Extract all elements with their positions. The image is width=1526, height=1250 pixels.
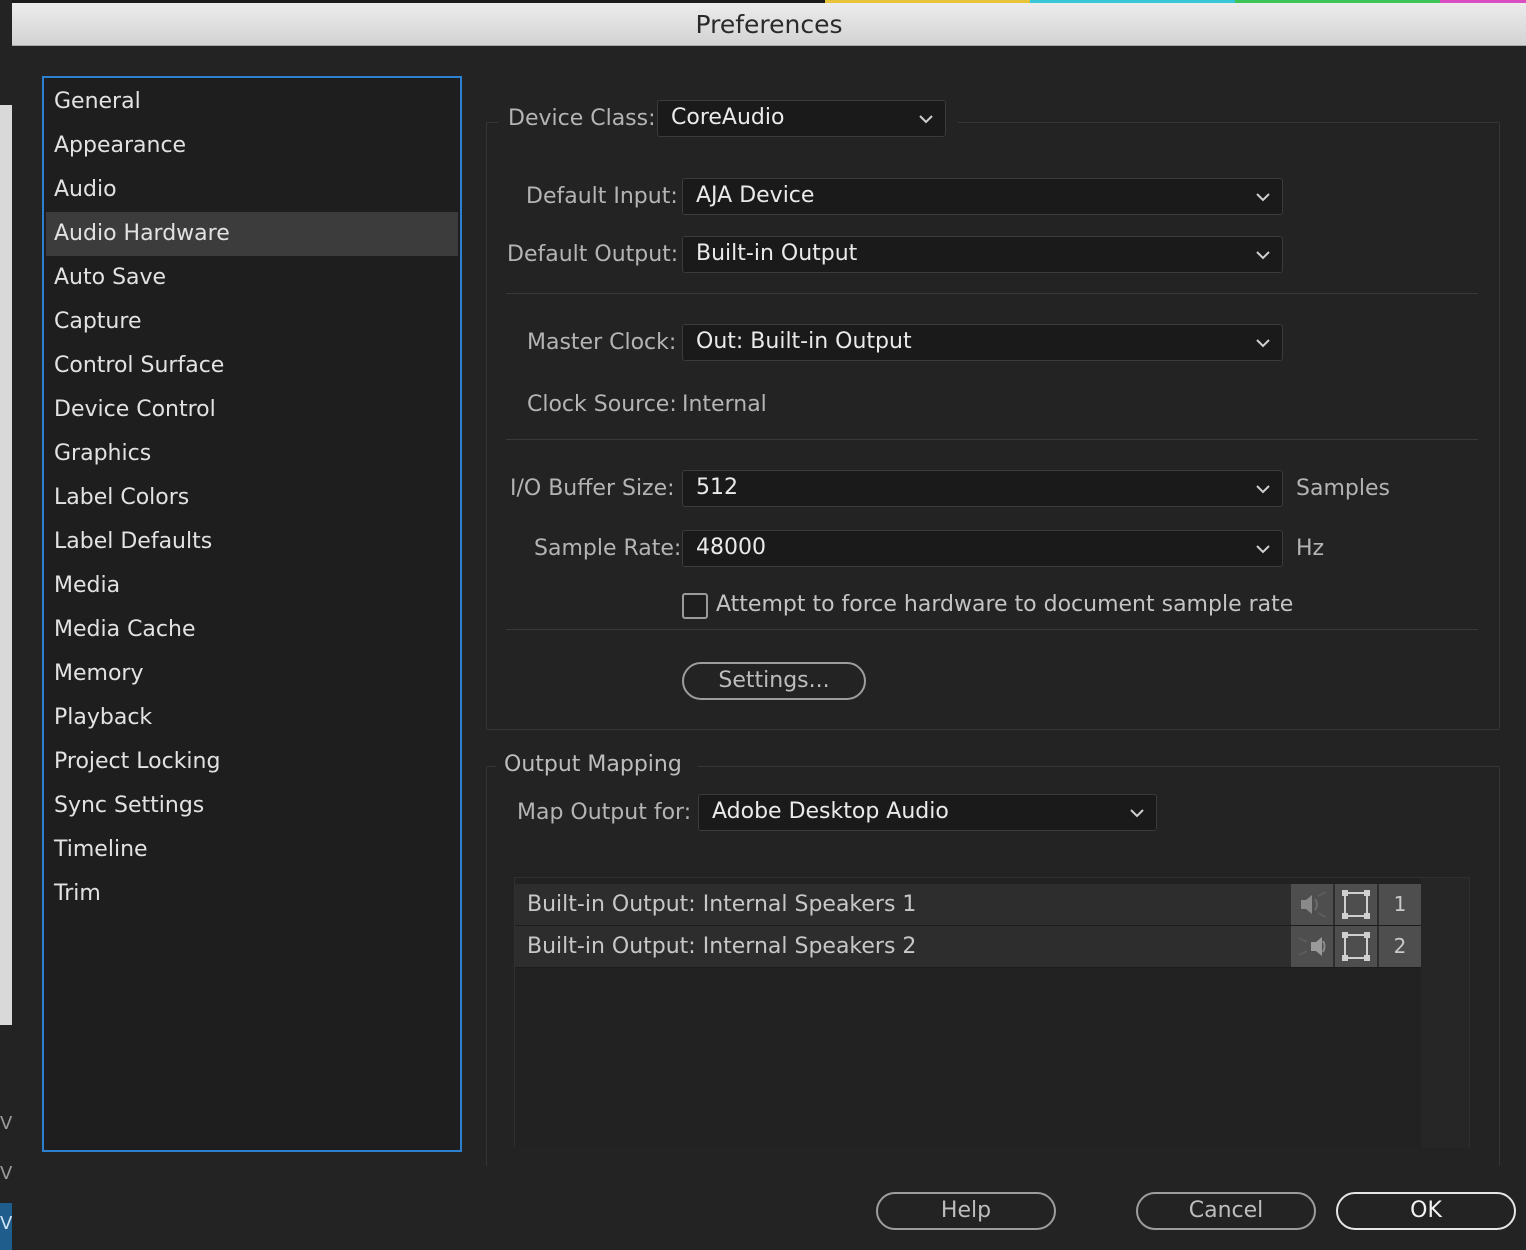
help-button[interactable]: Help (876, 1192, 1056, 1230)
mapping-row[interactable]: Built-in Output: Internal Speakers 2 2 (515, 926, 1421, 968)
mapping-row-label: Built-in Output: Internal Speakers 1 (527, 892, 917, 917)
default-input-select[interactable]: AJA Device (682, 178, 1283, 215)
sidebar-item-media-cache[interactable]: Media Cache (46, 608, 458, 652)
sidebar-item-auto-save[interactable]: Auto Save (46, 256, 458, 300)
window-title: Preferences (695, 10, 843, 39)
speaker-right-icon[interactable] (1291, 926, 1333, 967)
force-sample-rate-checkbox[interactable] (682, 593, 708, 619)
mapping-row[interactable]: Built-in Output: Internal Speakers 1 1 (515, 884, 1421, 926)
device-class-value: CoreAudio (671, 105, 785, 130)
force-sample-rate-label[interactable]: Attempt to force hardware to document sa… (716, 592, 1293, 617)
channel-number[interactable]: 2 (1379, 926, 1421, 967)
default-input-label: Default Input: (526, 184, 678, 209)
section-divider (506, 293, 1478, 294)
default-output-select[interactable]: Built-in Output (682, 236, 1283, 273)
default-input-value: AJA Device (696, 183, 815, 208)
sidebar-item-media[interactable]: Media (46, 564, 458, 608)
cancel-button[interactable]: Cancel (1136, 1192, 1316, 1230)
device-class-label: Device Class: (508, 106, 656, 131)
map-output-for-select[interactable]: Adobe Desktop Audio (698, 794, 1157, 831)
chevron-down-icon (1256, 339, 1270, 348)
channel-frame-icon[interactable] (1335, 926, 1377, 967)
sidebar-item-appearance[interactable]: Appearance (46, 124, 458, 168)
sidebar-item-capture[interactable]: Capture (46, 300, 458, 344)
buffer-size-value: 512 (696, 475, 738, 500)
sample-rate-value: 48000 (696, 535, 766, 560)
chevron-down-icon (1130, 809, 1144, 818)
device-class-select[interactable]: CoreAudio (657, 100, 946, 137)
sidebar-item-graphics[interactable]: Graphics (46, 432, 458, 476)
sidebar-item-sync-settings[interactable]: Sync Settings (46, 784, 458, 828)
sample-rate-select[interactable]: 48000 (682, 530, 1283, 567)
preferences-dialog: Preferences General Appearance Audio Audio … (12, 3, 1526, 1250)
chevron-down-icon (1256, 545, 1270, 554)
channel-frame-icon[interactable] (1335, 884, 1377, 925)
sidebar-item-general[interactable]: General (46, 80, 458, 124)
mapping-list-scroll-area (1421, 878, 1469, 1148)
output-mapping-list[interactable]: Built-in Output: Internal Speakers 1 1 B… (514, 877, 1470, 1148)
chevron-down-icon (919, 115, 933, 124)
section-divider (506, 629, 1478, 630)
sidebar-item-device-control[interactable]: Device Control (46, 388, 458, 432)
sidebar-item-audio-hardware[interactable]: Audio Hardware (46, 212, 458, 256)
map-output-for-value: Adobe Desktop Audio (712, 799, 949, 824)
sidebar-item-memory[interactable]: Memory (46, 652, 458, 696)
sample-rate-unit: Hz (1296, 536, 1325, 561)
sidebar-item-project-locking[interactable]: Project Locking (46, 740, 458, 784)
sidebar-item-control-surface[interactable]: Control Surface (46, 344, 458, 388)
buffer-size-unit: Samples (1296, 476, 1390, 501)
title-bar[interactable]: Preferences (12, 3, 1526, 46)
buffer-size-label: I/O Buffer Size: (510, 476, 675, 501)
sample-rate-label: Sample Rate: (534, 536, 682, 561)
buffer-size-select[interactable]: 512 (682, 470, 1283, 507)
sidebar-item-timeline[interactable]: Timeline (46, 828, 458, 872)
section-divider (506, 439, 1478, 440)
speaker-left-icon[interactable] (1291, 884, 1333, 925)
master-clock-select[interactable]: Out: Built-in Output (682, 324, 1283, 361)
background-app-panel (0, 105, 12, 1025)
sidebar-item-playback[interactable]: Playback (46, 696, 458, 740)
preferences-category-list[interactable]: General Appearance Audio Audio Hardware Auto… (42, 76, 462, 1152)
sidebar-item-trim[interactable]: Trim (46, 872, 458, 916)
settings-button[interactable]: Settings... (682, 662, 866, 700)
chevron-down-icon (1256, 193, 1270, 202)
default-output-value: Built-in Output (696, 241, 858, 266)
mapping-row-label: Built-in Output: Internal Speakers 2 (527, 934, 917, 959)
sidebar-item-label-colors[interactable]: Label Colors (46, 476, 458, 520)
master-clock-label: Master Clock: (527, 330, 677, 355)
chevron-down-icon (1256, 485, 1270, 494)
channel-number[interactable]: 1 (1379, 884, 1421, 925)
default-output-label: Default Output: (507, 242, 679, 267)
clock-source-value: Internal (682, 392, 767, 417)
background-app-edge: V3 V2 V1 (0, 0, 14, 1250)
output-mapping-title: Output Mapping (504, 752, 682, 777)
sidebar-item-label-defaults[interactable]: Label Defaults (46, 520, 458, 564)
clock-source-label: Clock Source: (527, 392, 677, 417)
ok-button[interactable]: OK (1336, 1192, 1516, 1230)
master-clock-value: Out: Built-in Output (696, 329, 912, 354)
chevron-down-icon (1256, 251, 1270, 260)
sidebar-item-audio[interactable]: Audio (46, 168, 458, 212)
background-track-selected: V1 (0, 1203, 14, 1250)
map-output-for-label: Map Output for: (517, 800, 692, 825)
